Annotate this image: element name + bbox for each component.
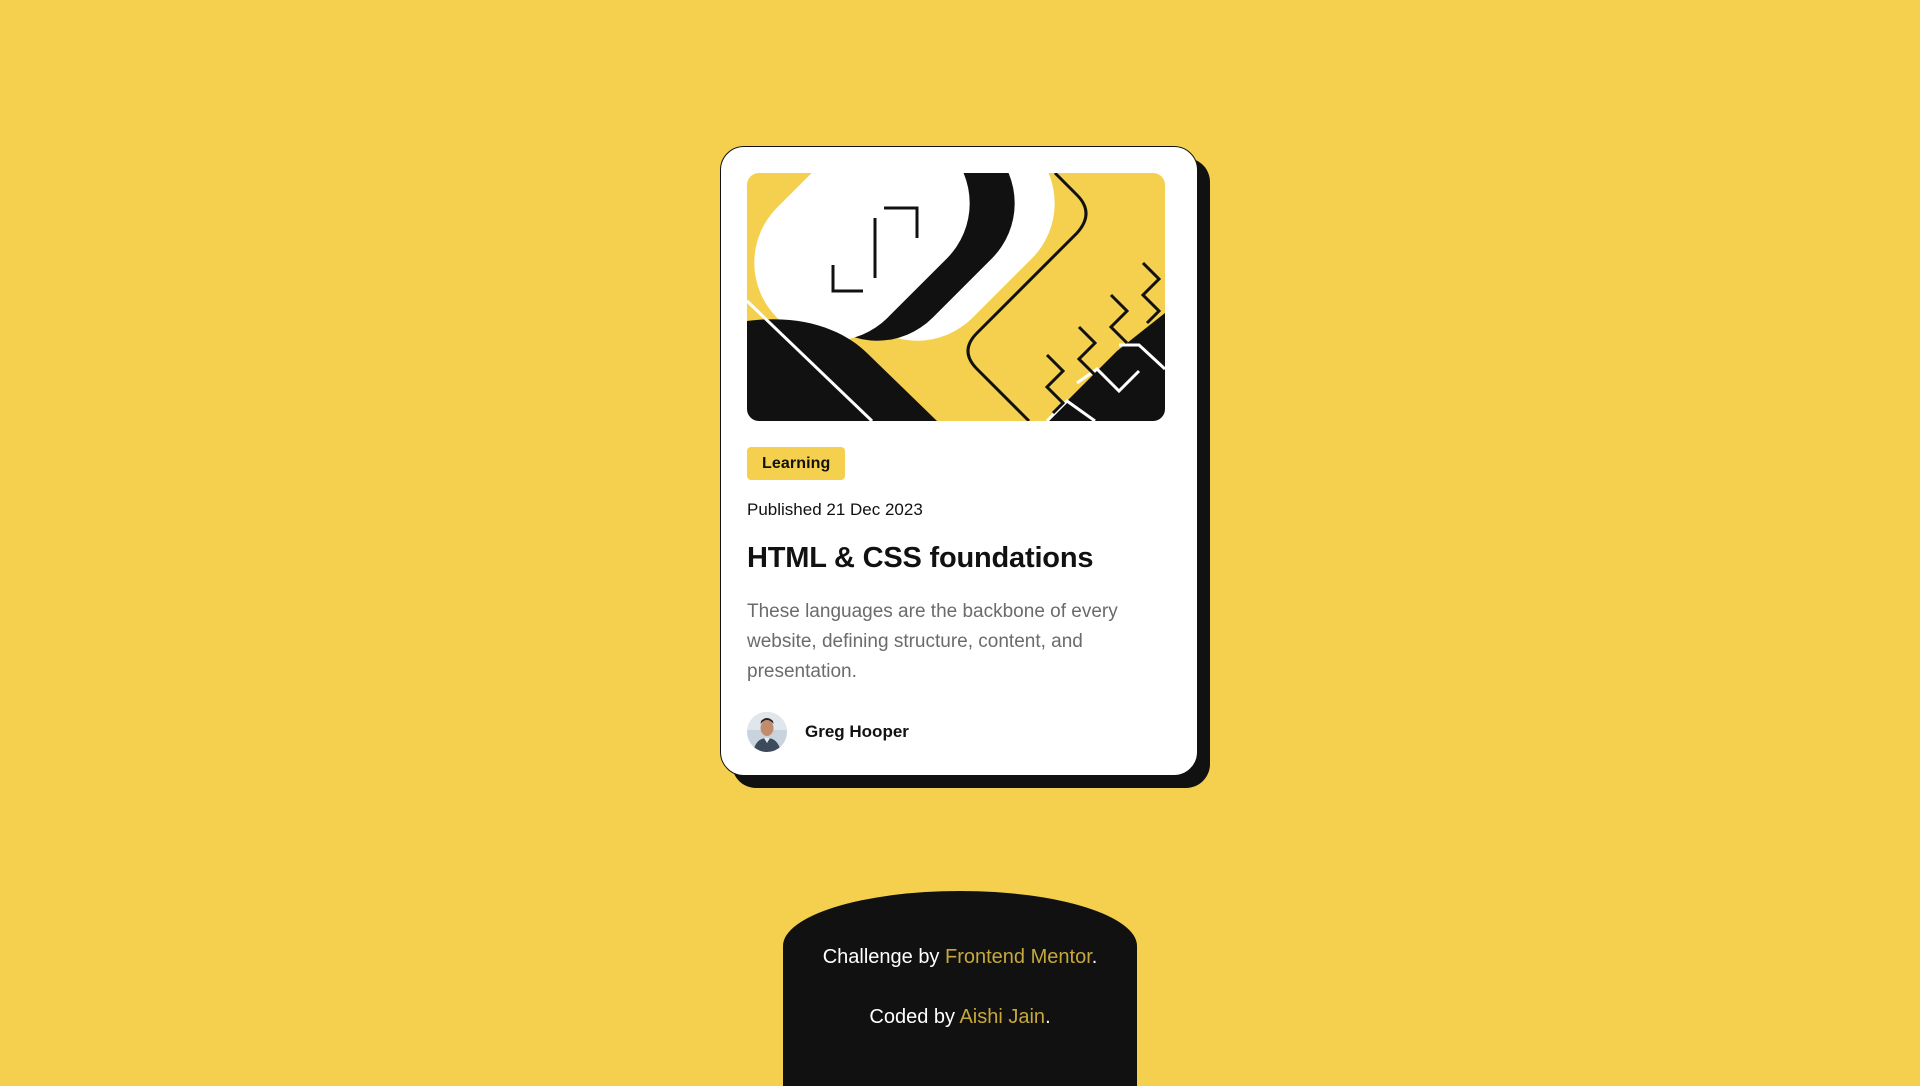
coder-credit-suffix: . [1045,1006,1051,1028]
footer-attribution: Challenge by Frontend Mentor. Coded by A… [783,891,1137,1086]
challenge-credit: Challenge by Frontend Mentor. [783,946,1137,969]
frontend-mentor-link[interactable]: Frontend Mentor [945,946,1092,968]
article-description: These languages are the backbone of ever… [747,601,1118,682]
coder-credit-prefix: Coded by [869,1006,960,1028]
challenge-credit-prefix: Challenge by [822,946,945,968]
avatar [747,712,787,752]
blog-preview-card: Learning Published 21 Dec 2023 HTML & CS… [720,146,1198,776]
author-link[interactable]: Aishi Jain [959,1006,1045,1028]
challenge-credit-suffix: . [1091,946,1098,968]
article-title[interactable]: HTML & CSS foundations [747,542,1171,575]
author-name: Greg Hooper [805,722,909,741]
hero-illustration [747,173,1165,421]
coder-credit: Coded by Aishi Jain. [783,1006,1137,1029]
author: Greg Hooper [747,712,909,752]
published-date: Published 21 Dec 2023 [747,500,923,519]
category-tag: Learning [747,447,846,480]
